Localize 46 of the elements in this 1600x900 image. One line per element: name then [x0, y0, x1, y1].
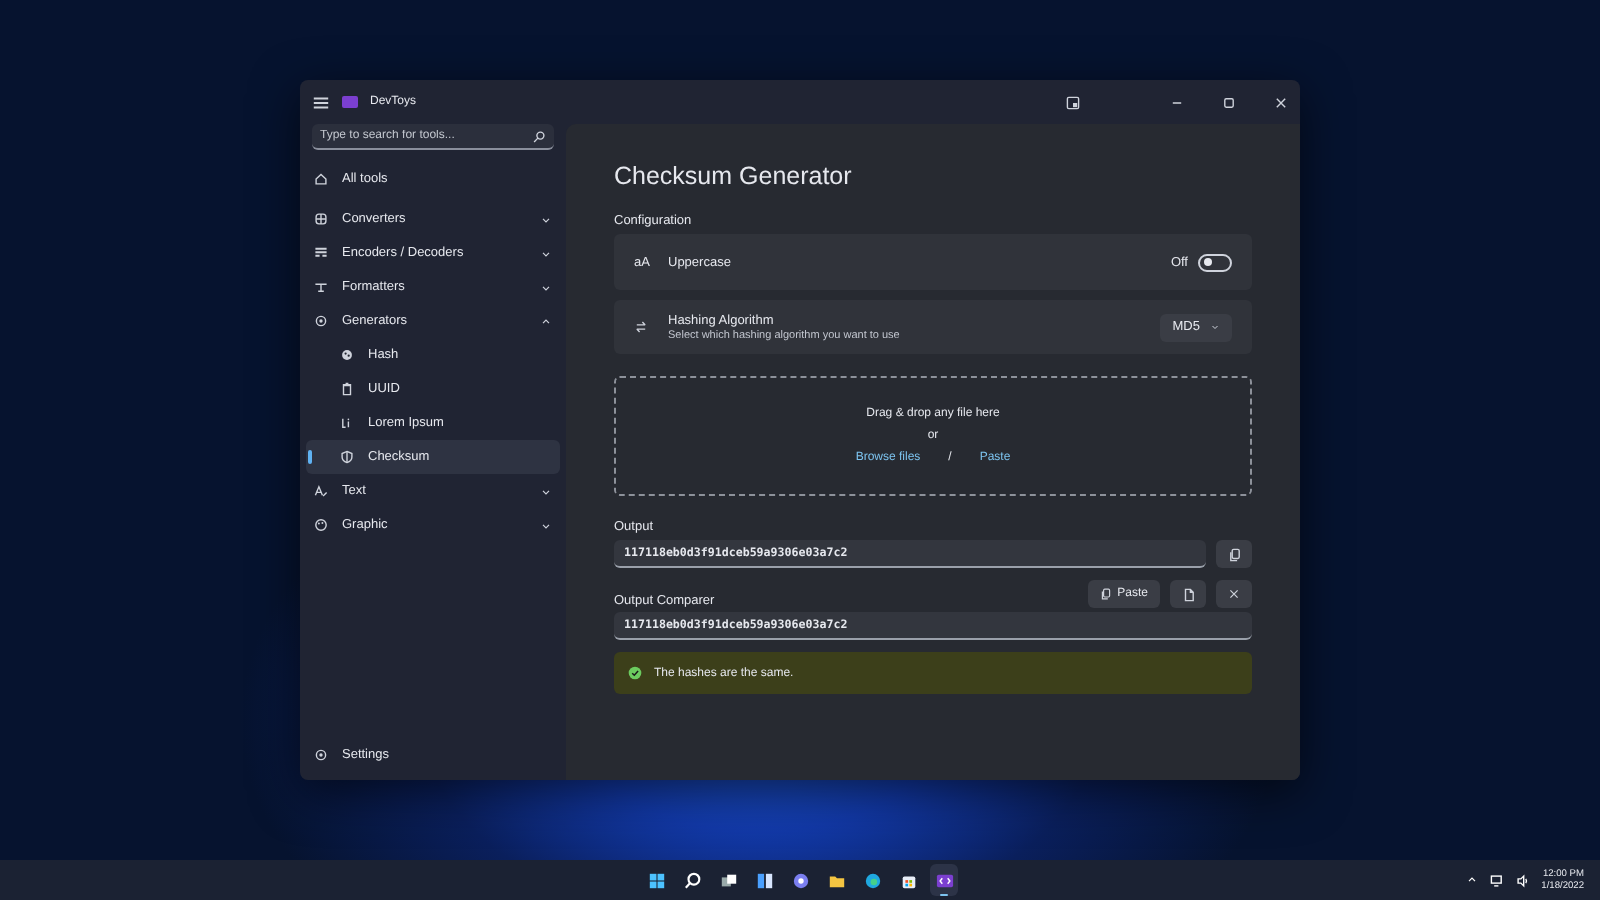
shopping-bag-icon [899, 871, 918, 889]
chevron-down-icon [540, 281, 552, 293]
code-brackets-icon [935, 871, 954, 889]
devtoys-button[interactable] [930, 864, 959, 896]
chat-bubble-icon [791, 871, 810, 889]
copy-icon [1227, 547, 1241, 561]
text-icon [314, 484, 328, 498]
shield-icon [340, 450, 354, 464]
clear-button[interactable] [1216, 580, 1252, 608]
chevron-down-icon [540, 519, 552, 531]
toggle-switch[interactable] [1198, 253, 1232, 271]
chevron-up-icon[interactable] [1465, 874, 1478, 886]
check-circle-icon [628, 666, 642, 680]
bin-icon [340, 382, 354, 396]
maximize-icon [1221, 95, 1235, 109]
page-title: Checksum Generator [614, 162, 854, 190]
chevron-down-icon [1210, 322, 1220, 332]
open-file-button[interactable] [1170, 580, 1206, 608]
search-icon [532, 130, 546, 144]
app-logo-icon [342, 96, 358, 108]
chevron-down-icon [540, 485, 552, 497]
selection-indicator [308, 450, 312, 464]
chevron-up-icon [540, 315, 552, 327]
search-icon [683, 871, 702, 889]
compact-overlay-icon [1065, 95, 1079, 109]
file-icon [1181, 587, 1195, 601]
bars-icon [314, 246, 328, 260]
folder-icon [827, 871, 846, 889]
close-icon [1273, 95, 1287, 109]
li-icon [340, 416, 354, 430]
home-icon [314, 172, 328, 186]
chevron-down-icon [540, 213, 552, 225]
browser-icon [863, 871, 882, 889]
close-icon [1228, 588, 1240, 600]
widgets-icon [755, 871, 774, 889]
dots-icon [340, 348, 354, 362]
network-icon[interactable] [1489, 873, 1504, 887]
swap-arrows-icon [634, 320, 648, 334]
menu-icon[interactable] [312, 93, 330, 111]
windows-logo-icon [647, 871, 666, 889]
clipboard-icon [1099, 588, 1112, 600]
copy-button[interactable] [1216, 540, 1252, 568]
grid-icon [314, 212, 328, 226]
speaker-icon[interactable] [1515, 873, 1530, 887]
overlapping-windows-icon [719, 871, 738, 889]
chevron-down-icon [540, 247, 552, 259]
